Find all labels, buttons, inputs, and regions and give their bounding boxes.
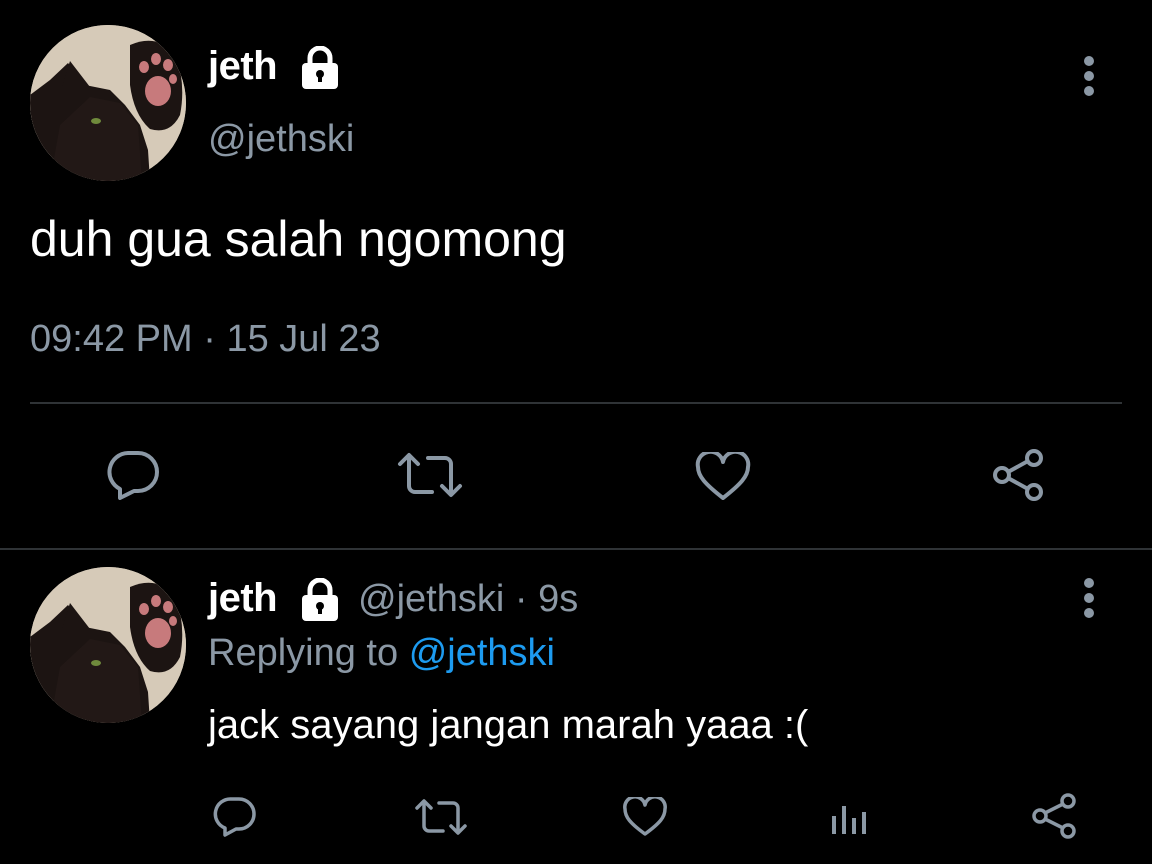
handle[interactable]: @jethski — [208, 118, 354, 161]
divider — [30, 402, 1122, 404]
tweet-age[interactable]: 9s — [538, 578, 578, 620]
share-icon[interactable] — [990, 448, 1046, 502]
reply-icon[interactable] — [106, 448, 162, 500]
cat-avatar-image — [30, 25, 186, 181]
lock-icon — [302, 578, 338, 621]
like-icon[interactable] — [695, 452, 751, 502]
cat-avatar-image — [30, 567, 186, 723]
replying-to-handle[interactable]: @jethski — [409, 632, 555, 674]
display-name[interactable]: jeth — [208, 44, 278, 89]
display-name[interactable]: jeth — [208, 576, 278, 621]
retweet-icon[interactable] — [413, 796, 469, 838]
replying-to: Replying to @jethski — [208, 632, 555, 675]
share-icon[interactable] — [1030, 793, 1078, 839]
timestamp-separator: · — [203, 318, 216, 360]
lock-icon — [302, 46, 338, 89]
analytics-icon[interactable] — [828, 796, 870, 838]
tweet-date: 15 Jul 23 — [226, 318, 381, 360]
avatar[interactable] — [30, 567, 186, 723]
more-options-icon[interactable] — [1079, 55, 1099, 99]
timestamp[interactable]: 09:42 PM · 15 Jul 23 — [30, 318, 381, 361]
replying-to-label: Replying to — [208, 632, 399, 674]
more-options-icon[interactable] — [1079, 577, 1099, 621]
meta-separator: · — [514, 578, 528, 620]
like-icon[interactable] — [622, 797, 668, 837]
tweet-text: jack sayang jangan marah yaaa :( — [208, 703, 809, 747]
handle[interactable]: @jethski — [358, 578, 504, 620]
retweet-icon[interactable] — [396, 450, 464, 500]
tweet-time: 09:42 PM — [30, 318, 193, 360]
divider — [0, 548, 1152, 550]
tweet-text: duh gua salah ngomong — [30, 211, 567, 267]
reply-meta: @jethski · 9s — [358, 578, 578, 621]
avatar[interactable] — [30, 25, 186, 181]
reply-icon[interactable] — [213, 795, 259, 837]
